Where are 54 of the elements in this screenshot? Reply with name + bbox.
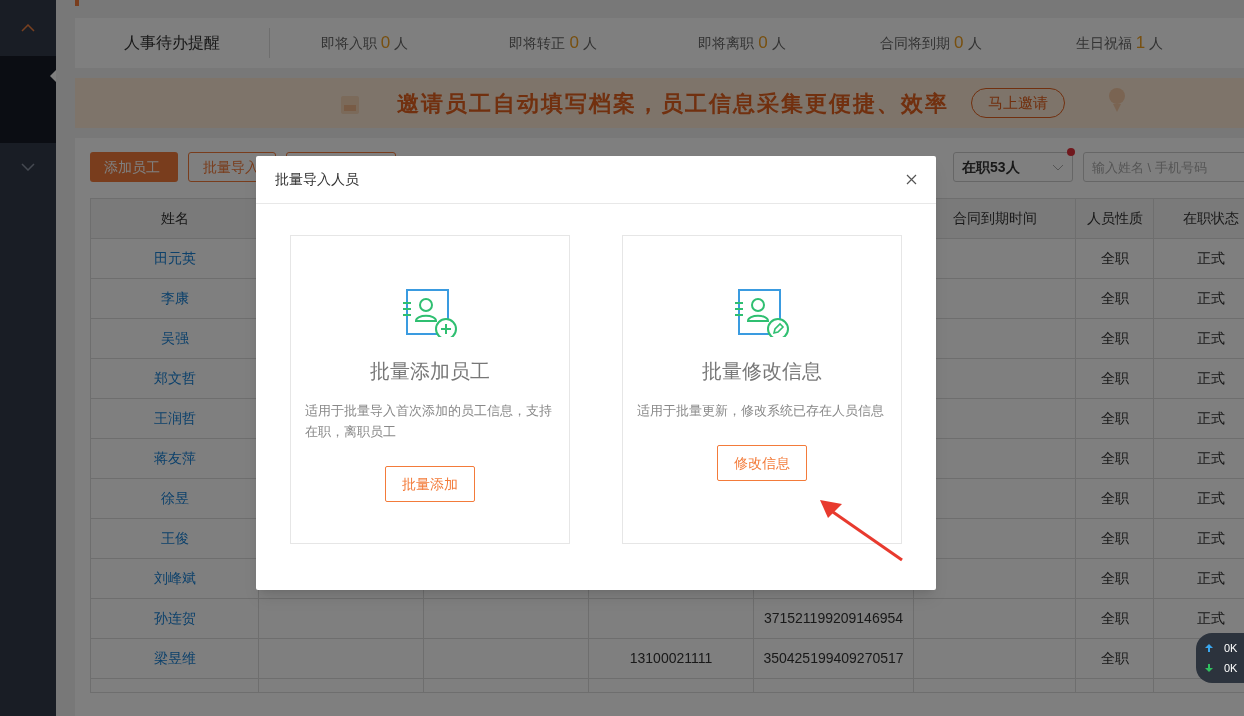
table-cell: 全职 — [1076, 519, 1154, 559]
reminder-label[interactable]: 即将入职 — [320, 32, 377, 54]
table-cell: 正式 — [1154, 439, 1244, 479]
reminder-unit: 人 — [582, 33, 597, 53]
column-header: 人员性质 — [1076, 199, 1154, 239]
reminder-label[interactable]: 合同将到期 — [880, 32, 951, 54]
option-title: 批量添加员工 — [370, 359, 490, 384]
reminder-count: 0 — [569, 32, 579, 55]
table-cell: 正式 — [1154, 479, 1244, 519]
table-cell: 正式 — [1154, 279, 1244, 319]
option-title: 批量修改信息 — [702, 359, 822, 384]
employee-name-link[interactable]: 孙连贺 — [91, 599, 259, 639]
table-cell: 正式 — [1154, 319, 1244, 359]
reminder-label[interactable]: 即将离职 — [698, 32, 755, 54]
table-cell: 正式 — [1154, 519, 1244, 559]
reminder-unit: 人 — [394, 33, 409, 53]
employee-name-link[interactable]: 梁昱维 — [91, 639, 259, 679]
reminder-unit: 人 — [1149, 33, 1164, 53]
column-header: 在职状态 — [1154, 199, 1244, 239]
reminder-count: 0 — [758, 32, 768, 55]
reminder-label[interactable]: 即将转正 — [509, 32, 566, 54]
modal-title: 批量导入人员 — [275, 170, 360, 189]
reminder-unit: 人 — [967, 33, 982, 53]
table-cell: 正式 — [1154, 559, 1244, 599]
table-cell: 全职 — [1076, 439, 1154, 479]
speed-reading: 0K — [1224, 640, 1238, 656]
banner-text: 邀请员工自动填写档案，员工信息采集更便捷、效率 — [397, 89, 949, 118]
table-cell: 全职 — [1076, 319, 1154, 359]
reminder-title: 人事待办提醒 — [124, 33, 220, 53]
table-cell: 13100021111 — [589, 639, 754, 679]
option-description: 适用于批量更新，修改系统已存在人员信息 — [637, 402, 885, 420]
reminder-count: 1 — [1135, 32, 1146, 55]
table-cell: 正式 — [1154, 239, 1244, 279]
table-cell: 全职 — [1076, 359, 1154, 399]
table-cell: 350425199409270517 — [754, 639, 914, 679]
table-cell: 全职 — [1076, 599, 1154, 639]
table-cell: 全职 — [1076, 239, 1154, 279]
reminder-count: 0 — [380, 32, 391, 55]
option-button[interactable]: 批量添加 — [385, 466, 475, 502]
table-cell: 全职 — [1076, 479, 1154, 519]
table-cell: 正式 — [1154, 359, 1244, 399]
reminder-label[interactable]: 生日祝福 — [1075, 32, 1132, 54]
table-cell: 正式 — [1154, 399, 1244, 439]
table-cell: 全职 — [1076, 559, 1154, 599]
table-cell: 全职 — [1076, 399, 1154, 439]
reminder-unit: 人 — [771, 33, 786, 53]
table-cell: 371521199209146954 — [754, 599, 914, 639]
option-description: 适用于批量导入首次添加的员工信息，支持在职，离职员工 — [305, 402, 553, 441]
reminder-count: 0 — [954, 32, 964, 55]
toolbar-button[interactable]: 添加员工 — [90, 152, 178, 182]
speed-reading: 0K — [1224, 661, 1238, 676]
table-cell: 全职 — [1076, 639, 1154, 679]
option-button[interactable]: 修改信息 — [717, 445, 807, 481]
table-cell: 全职 — [1076, 279, 1154, 319]
